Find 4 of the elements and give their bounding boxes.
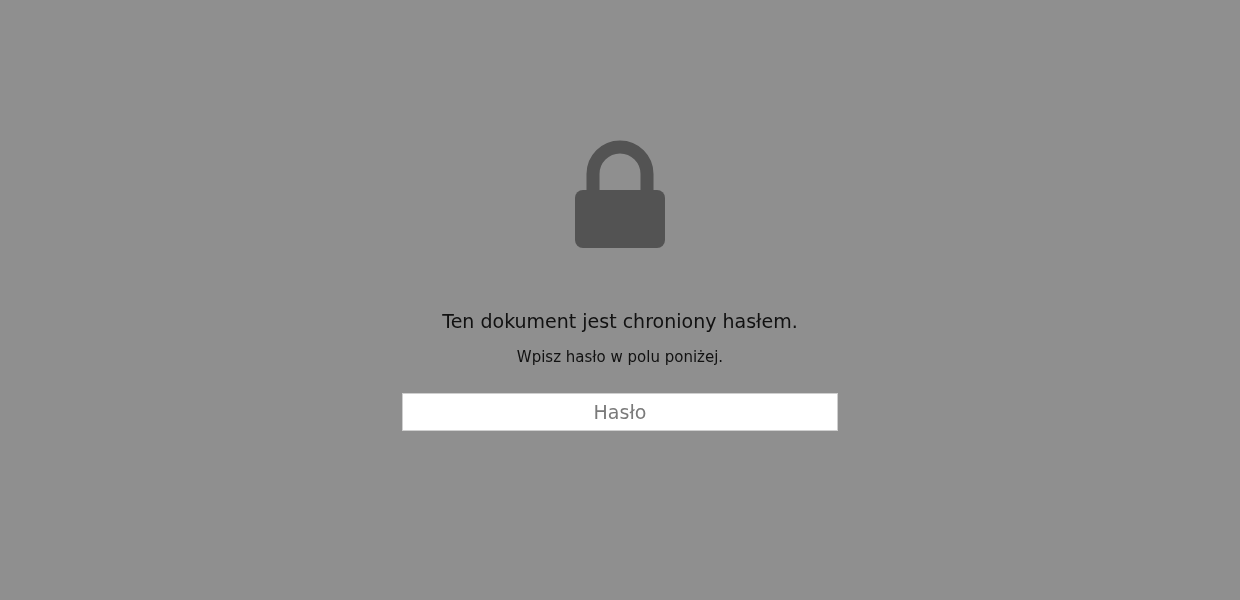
padlock-icon — [575, 140, 665, 248]
message-text: Wpisz hasło w polu poniżej. — [516, 348, 724, 366]
message-title: Ten dokument jest chroniony hasłem. — [442, 310, 798, 332]
password-field[interactable]: Hasło — [402, 393, 838, 431]
